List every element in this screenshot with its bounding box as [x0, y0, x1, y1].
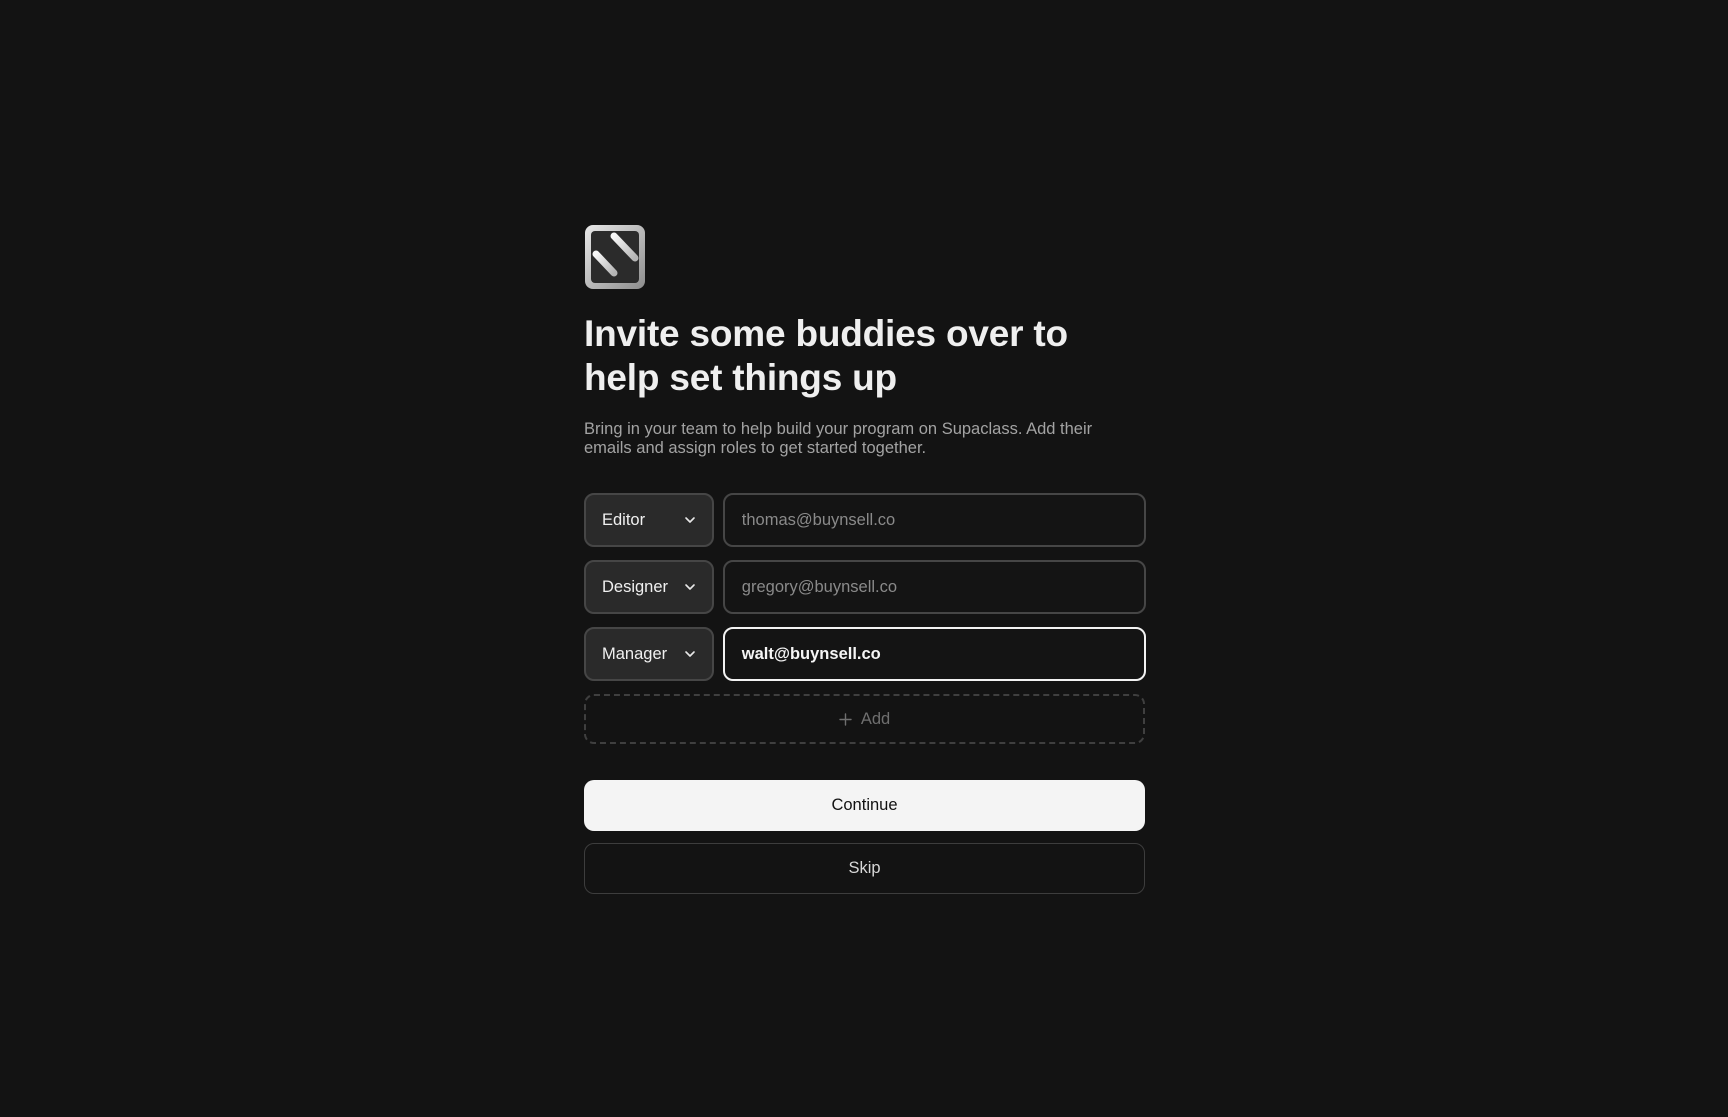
role-select[interactable]: Designer [584, 560, 714, 614]
skip-button-label: Skip [848, 859, 881, 877]
chevron-down-icon [684, 517, 695, 523]
supaclass-logo-icon [585, 225, 645, 289]
invite-panel: Invite some buddies over to help set thi… [584, 224, 1146, 894]
invite-row: Designer gregory@buynsell.co [584, 560, 1146, 614]
chevron-down-icon [684, 651, 695, 657]
email-input[interactable]: thomas@buynsell.co [722, 493, 1146, 547]
role-select-value: Designer [602, 577, 669, 596]
invite-row: Manager walt@buynsell.co [584, 627, 1146, 681]
continue-button-label: Continue [831, 796, 898, 814]
page-subtitle: Bring in your team to help build your pr… [584, 420, 1093, 457]
email-input-value: gregory@buynsell.co [741, 577, 898, 596]
page-title: Invite some buddies over to help set thi… [584, 313, 1068, 398]
chevron-down-icon [684, 584, 695, 590]
email-input-value: thomas@buynsell.co [741, 510, 896, 529]
email-input[interactable]: gregory@buynsell.co [722, 560, 1146, 614]
invite-row: Editor thomas@buynsell.co [584, 493, 1146, 547]
invite-list: Editor thomas@buynsell.co Designer grego… [584, 493, 1146, 681]
skip-button[interactable]: Skip [584, 843, 1145, 894]
role-select[interactable]: Editor [584, 493, 714, 547]
email-input-focused[interactable]: walt@buynsell.co [722, 627, 1146, 681]
role-select-value: Editor [602, 510, 646, 529]
plus-icon [839, 712, 852, 726]
invite-page: Invite some buddies over to help set thi… [0, 0, 1728, 1117]
add-invite-label: Add [860, 709, 891, 728]
continue-button[interactable]: Continue [584, 780, 1145, 831]
role-select-value: Manager [602, 644, 668, 663]
add-invite-button[interactable]: Add [584, 694, 1145, 744]
email-input-value: walt@buynsell.co [741, 644, 881, 663]
role-select[interactable]: Manager [584, 627, 714, 681]
